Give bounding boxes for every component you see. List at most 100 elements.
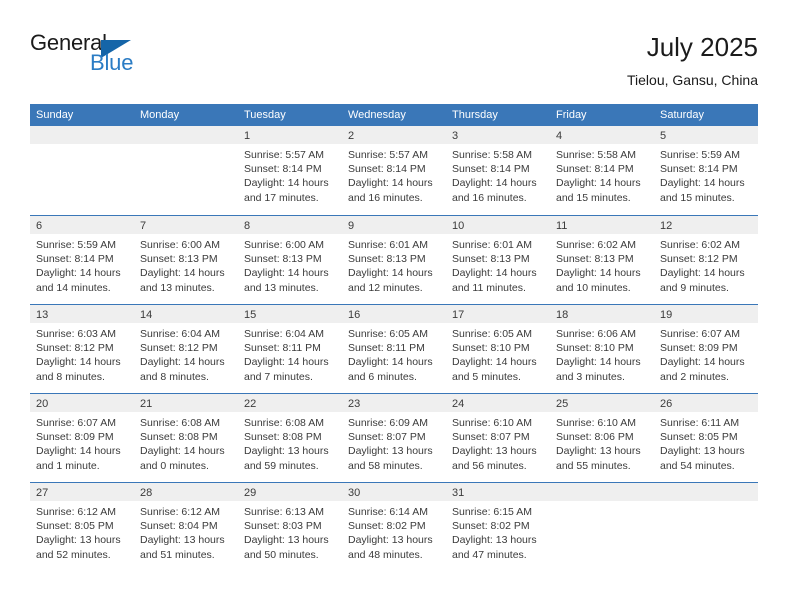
calendar-day-cell[interactable]: 31 Sunrise: 6:15 AM Sunset: 8:02 PM Dayligh… [446, 483, 550, 571]
day-number-band: 30 [342, 483, 446, 501]
calendar-day-cell[interactable]: 9 Sunrise: 6:01 AM Sunset: 8:13 PM Daylight… [342, 216, 446, 304]
sunset-text: Sunset: 8:09 PM [660, 342, 738, 355]
sunset-text: Sunset: 8:10 PM [452, 342, 530, 355]
day-details: Sunrise: 6:00 AM Sunset: 8:13 PM Daylight:… [238, 234, 342, 295]
daylight-text: Daylight: 14 hours and 15 minutes. [660, 177, 745, 204]
calendar-day-cell[interactable]: 3 Sunrise: 5:58 AM Sunset: 8:14 PM Daylight… [446, 126, 550, 215]
day-details: Sunrise: 6:00 AM Sunset: 8:13 PM Daylight:… [134, 234, 238, 295]
calendar-day-cell[interactable]: 11 Sunrise: 6:02 AM Sunset: 8:13 PM Dayligh… [550, 216, 654, 304]
day-number: 13 [36, 309, 49, 321]
calendar-day-cell[interactable]: 5 Sunrise: 5:59 AM Sunset: 8:14 PM Daylight… [654, 126, 758, 215]
day-number-band: 29 [238, 483, 342, 501]
sunset-text: Sunset: 8:13 PM [140, 253, 218, 266]
calendar-day-cell[interactable]: 13 Sunrise: 6:03 AM Sunset: 8:12 PM Dayligh… [30, 305, 134, 393]
calendar-day-cell[interactable]: 14 Sunrise: 6:04 AM Sunset: 8:12 PM Dayligh… [134, 305, 238, 393]
day-number-band: 12 [654, 216, 758, 234]
day-number-band: 6 [30, 216, 134, 234]
day-number: 23 [348, 398, 361, 410]
calendar-day-cell[interactable]: 22 Sunrise: 6:08 AM Sunset: 8:08 PM Dayligh… [238, 394, 342, 482]
day-details: Sunrise: 6:13 AM Sunset: 8:03 PM Daylight:… [238, 501, 342, 562]
weekday-header-sunday: Sunday [36, 109, 74, 121]
day-details: Sunrise: 6:10 AM Sunset: 8:07 PM Daylight:… [446, 412, 550, 473]
calendar-day-cell[interactable]: 1 Sunrise: 5:57 AM Sunset: 8:14 PM Daylight… [238, 126, 342, 215]
calendar-day-cell[interactable]: 25 Sunrise: 6:10 AM Sunset: 8:06 PM Dayligh… [550, 394, 654, 482]
day-number-band: 16 [342, 305, 446, 323]
sunset-text: Sunset: 8:13 PM [556, 253, 634, 266]
calendar-day-cell[interactable]: 26 Sunrise: 6:11 AM Sunset: 8:05 PM Dayligh… [654, 394, 758, 482]
day-number-band: 13 [30, 305, 134, 323]
calendar-day-cell[interactable]: 8 Sunrise: 6:00 AM Sunset: 8:13 PM Daylight… [238, 216, 342, 304]
sunset-text: Sunset: 8:12 PM [36, 342, 114, 355]
calendar-day-cell[interactable]: 19 Sunrise: 6:07 AM Sunset: 8:09 PM Dayligh… [654, 305, 758, 393]
calendar-day-cell[interactable]: 23 Sunrise: 6:09 AM Sunset: 8:07 PM Dayligh… [342, 394, 446, 482]
weekday-header-thursday: Thursday [452, 109, 498, 121]
calendar-grid: Sunday Monday Tuesday Wednesday Thursday Frid… [30, 104, 758, 571]
daylight-text: Daylight: 14 hours and 17 minutes. [244, 177, 329, 204]
calendar-day-cell[interactable]: 21 Sunrise: 6:08 AM Sunset: 8:08 PM Dayligh… [134, 394, 238, 482]
sunrise-text: Sunrise: 6:03 AM [36, 328, 116, 340]
calendar-day-cell[interactable]: 12 Sunrise: 6:02 AM Sunset: 8:12 PM Dayligh… [654, 216, 758, 304]
day-number: 30 [348, 487, 361, 499]
calendar-day-cell[interactable]: 7 Sunrise: 6:00 AM Sunset: 8:13 PM Daylight… [134, 216, 238, 304]
calendar-day-cell[interactable]: 2 Sunrise: 5:57 AM Sunset: 8:14 PM Daylight… [342, 126, 446, 215]
general-blue-logo[interactable]: General Blue [30, 30, 150, 80]
calendar-day-cell[interactable]: 28 Sunrise: 6:12 AM Sunset: 8:04 PM Dayligh… [134, 483, 238, 571]
weekday-header-tuesday: Tuesday [244, 109, 286, 121]
day-number: 24 [452, 398, 465, 410]
title-block: July 2025 Tielou, Gansu, China [627, 30, 758, 90]
page-title: July 2025 [646, 32, 758, 62]
calendar-day-cell[interactable]: 17 Sunrise: 6:05 AM Sunset: 8:10 PM Dayligh… [446, 305, 550, 393]
sunrise-text: Sunrise: 5:58 AM [452, 149, 532, 161]
day-details: Sunrise: 6:15 AM Sunset: 8:02 PM Daylight:… [446, 501, 550, 562]
daylight-text: Daylight: 14 hours and 7 minutes. [244, 356, 329, 383]
calendar-day-cell[interactable]: 10 Sunrise: 6:01 AM Sunset: 8:13 PM Dayligh… [446, 216, 550, 304]
sunset-text: Sunset: 8:12 PM [660, 253, 738, 266]
day-number-band: 9 [342, 216, 446, 234]
sunrise-text: Sunrise: 6:04 AM [244, 328, 324, 340]
sunrise-text: Sunrise: 6:12 AM [36, 506, 116, 518]
day-details: Sunrise: 6:02 AM Sunset: 8:13 PM Daylight:… [550, 234, 654, 295]
day-number-band: 2 [342, 126, 446, 144]
daylight-text: Daylight: 14 hours and 6 minutes. [348, 356, 433, 383]
day-details: Sunrise: 6:09 AM Sunset: 8:07 PM Daylight:… [342, 412, 446, 473]
daylight-text: Daylight: 13 hours and 48 minutes. [348, 534, 433, 561]
day-number-band: 22 [238, 394, 342, 412]
calendar-day-cell[interactable]: 4 Sunrise: 5:58 AM Sunset: 8:14 PM Daylight… [550, 126, 654, 215]
day-number-band: 5 [654, 126, 758, 144]
day-number-band: 25 [550, 394, 654, 412]
calendar-day-cell[interactable]: 15 Sunrise: 6:04 AM Sunset: 8:11 PM Dayligh… [238, 305, 342, 393]
calendar-day-cell-empty [30, 126, 134, 215]
sunset-text: Sunset: 8:05 PM [660, 431, 738, 444]
day-number: 7 [140, 220, 147, 232]
calendar-weeks: 1 Sunrise: 5:57 AM Sunset: 8:14 PM Daylight… [30, 126, 758, 571]
calendar-day-cell[interactable]: 16 Sunrise: 6:05 AM Sunset: 8:11 PM Dayligh… [342, 305, 446, 393]
day-number: 17 [452, 309, 465, 321]
day-number-band: 4 [550, 126, 654, 144]
day-number-band: 10 [446, 216, 550, 234]
day-details: Sunrise: 5:57 AM Sunset: 8:14 PM Daylight:… [238, 144, 342, 205]
sunset-text: Sunset: 8:07 PM [452, 431, 530, 444]
calendar-day-cell[interactable]: 27 Sunrise: 6:12 AM Sunset: 8:05 PM Dayligh… [30, 483, 134, 571]
sunrise-text: Sunrise: 6:13 AM [244, 506, 324, 518]
day-number-band: 7 [134, 216, 238, 234]
sunset-text: Sunset: 8:02 PM [452, 520, 530, 533]
daylight-text: Daylight: 14 hours and 16 minutes. [348, 177, 433, 204]
calendar-day-cell[interactable]: 18 Sunrise: 6:06 AM Sunset: 8:10 PM Dayligh… [550, 305, 654, 393]
day-number-band [30, 126, 134, 144]
day-details: Sunrise: 6:04 AM Sunset: 8:11 PM Daylight:… [238, 323, 342, 384]
day-details: Sunrise: 5:57 AM Sunset: 8:14 PM Daylight:… [342, 144, 446, 205]
sunrise-text: Sunrise: 6:14 AM [348, 506, 428, 518]
day-number: 28 [140, 487, 153, 499]
day-details: Sunrise: 5:59 AM Sunset: 8:14 PM Daylight:… [654, 144, 758, 205]
calendar-day-cell[interactable]: 24 Sunrise: 6:10 AM Sunset: 8:07 PM Dayligh… [446, 394, 550, 482]
calendar-day-cell[interactable]: 20 Sunrise: 6:07 AM Sunset: 8:09 PM Dayligh… [30, 394, 134, 482]
sunrise-text: Sunrise: 5:59 AM [660, 149, 740, 161]
sunset-text: Sunset: 8:02 PM [348, 520, 426, 533]
calendar-day-cell[interactable]: 6 Sunrise: 5:59 AM Sunset: 8:14 PM Daylight… [30, 216, 134, 304]
daylight-text: Daylight: 14 hours and 1 minute. [36, 445, 121, 472]
daylight-text: Daylight: 13 hours and 55 minutes. [556, 445, 641, 472]
day-number-band: 1 [238, 126, 342, 144]
sunrise-text: Sunrise: 6:00 AM [244, 239, 324, 251]
calendar-day-cell[interactable]: 30 Sunrise: 6:14 AM Sunset: 8:02 PM Dayligh… [342, 483, 446, 571]
calendar-day-cell[interactable]: 29 Sunrise: 6:13 AM Sunset: 8:03 PM Dayligh… [238, 483, 342, 571]
